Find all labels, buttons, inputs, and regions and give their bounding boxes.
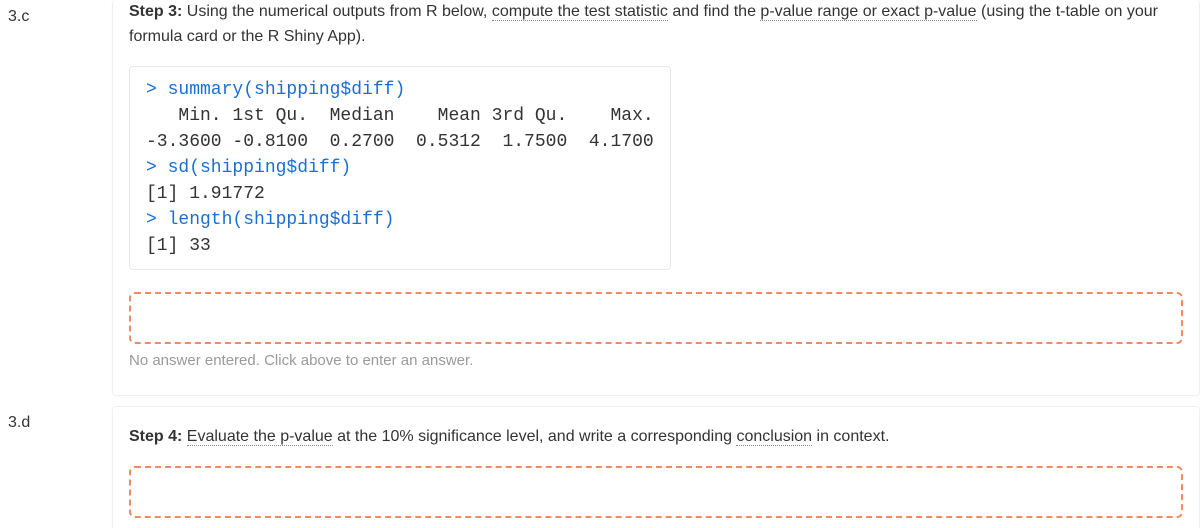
code-line-7: [1] 33 bbox=[146, 236, 211, 256]
step4-underline-1: Evaluate the p-value bbox=[187, 428, 333, 446]
answer-input-3c[interactable] bbox=[129, 292, 1183, 344]
question-3c: 3.c Step 3: Using the numerical outputs … bbox=[0, 0, 1200, 396]
r-output-card: > summary(shipping$diff) Min. 1st Qu. Me… bbox=[129, 66, 671, 271]
step3-text-2: and find the bbox=[668, 3, 761, 20]
code-line-3: -3.3600 -0.8100 0.2700 0.5312 1.7500 4.1… bbox=[146, 132, 654, 152]
answer-input-3d[interactable] bbox=[129, 466, 1183, 518]
question-body-3d: Step 4: Evaluate the p-value at the 10% … bbox=[112, 406, 1200, 528]
step3-text-1: Using the numerical outputs from R below… bbox=[182, 3, 491, 20]
step4-underline-2: conclusion bbox=[736, 428, 812, 446]
step3-underline-2: p-value range or exact p-value bbox=[760, 3, 976, 21]
code-line-5: [1] 1.91772 bbox=[146, 184, 265, 204]
step3-underline-1: compute the test statistic bbox=[492, 3, 668, 21]
code-line-1: > summary(shipping$diff) bbox=[146, 80, 405, 100]
code-line-2: Min. 1st Qu. Median Mean 3rd Qu. Max. bbox=[146, 106, 654, 126]
step3-label: Step 3: bbox=[129, 3, 182, 20]
step4-prompt: Step 4: Evaluate the p-value at the 10% … bbox=[129, 425, 1183, 450]
answer-hint-3c: No answer entered. Click above to enter … bbox=[129, 352, 1183, 369]
question-body-3c: Step 3: Using the numerical outputs from… bbox=[112, 0, 1200, 396]
step4-text-3: in context. bbox=[812, 428, 889, 445]
step4-label: Step 4: bbox=[129, 428, 182, 445]
code-line-6: > length(shipping$diff) bbox=[146, 210, 394, 230]
code-line-4: > sd(shipping$diff) bbox=[146, 158, 351, 178]
question-number-3d: 3.d bbox=[0, 406, 112, 432]
question-3d: 3.d Step 4: Evaluate the p-value at the … bbox=[0, 406, 1200, 528]
step3-prompt: Step 3: Using the numerical outputs from… bbox=[129, 0, 1183, 50]
question-number-3c: 3.c bbox=[0, 0, 112, 26]
step4-text-2: at the 10% significance level, and write… bbox=[333, 428, 737, 445]
